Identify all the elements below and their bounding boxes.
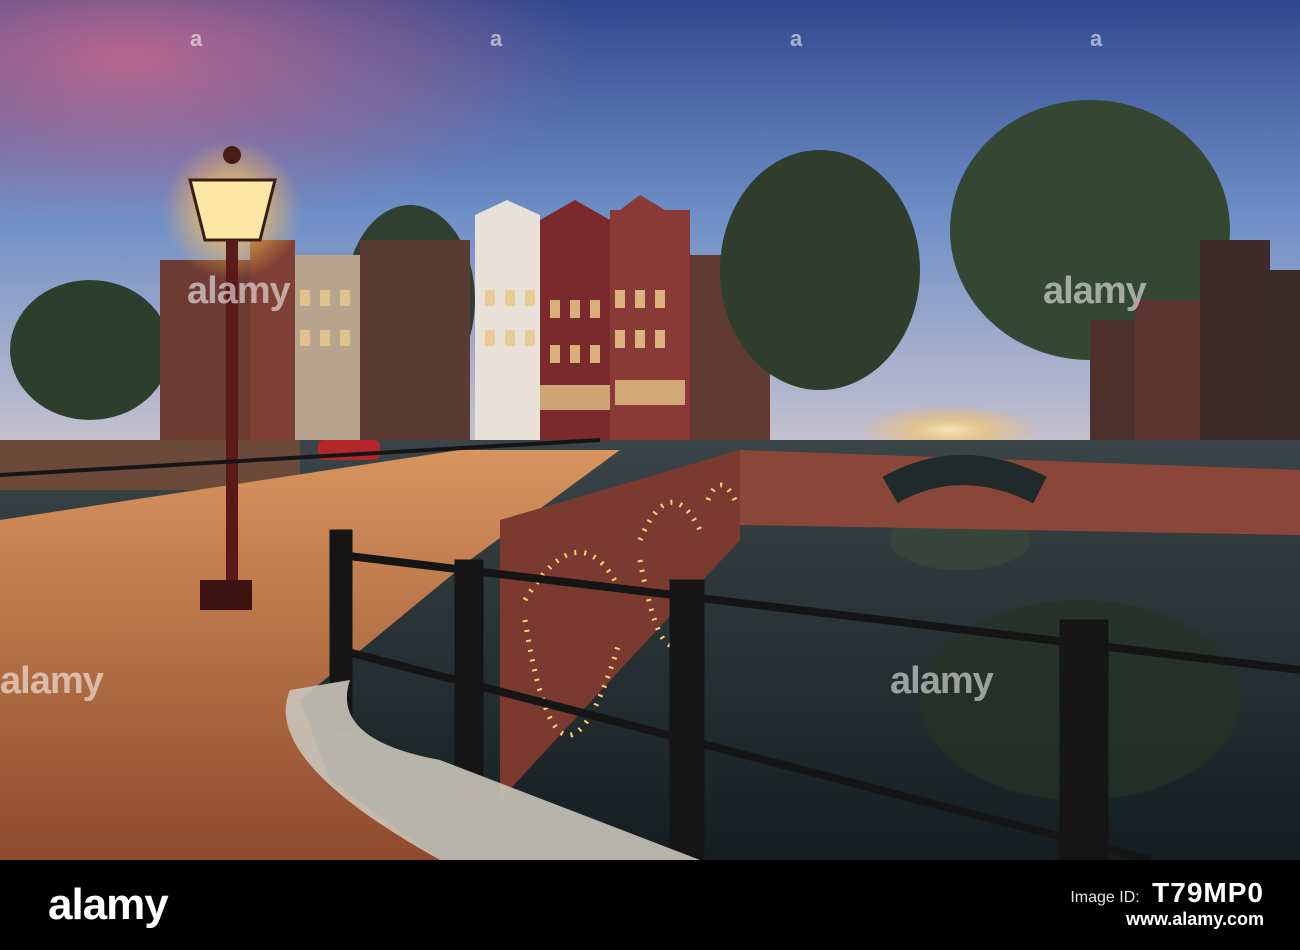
- watermark: alamy: [0, 660, 104, 702]
- tree-left: [10, 280, 170, 420]
- alamy-logo: alamy: [48, 880, 169, 929]
- image-id-row: Image ID: T79MP0: [1070, 879, 1264, 909]
- tree-center: [720, 150, 920, 390]
- image-id-label: Image ID:: [1070, 889, 1140, 906]
- watermark-mark: a: [490, 26, 503, 51]
- image-meta: Image ID: T79MP0 www.alamy.com: [1070, 879, 1264, 930]
- footer-bar: alamy Image ID: T79MP0 www.alamy.com: [0, 860, 1300, 950]
- scene-svg: [0, 0, 1300, 860]
- watermark-mark: a: [1090, 26, 1103, 51]
- site-url: www.alamy.com: [1125, 909, 1264, 929]
- image-id-value: T79MP0: [1152, 877, 1264, 908]
- watermark: alamy: [1043, 270, 1147, 312]
- amsterdam-canal-photo: a a a a alamy alamy alamy alamy: [0, 0, 1300, 860]
- watermark-mark: a: [790, 26, 803, 51]
- watermark: alamy: [890, 660, 994, 702]
- watermark-mark: a: [190, 26, 203, 51]
- watermark: alamy: [187, 270, 291, 312]
